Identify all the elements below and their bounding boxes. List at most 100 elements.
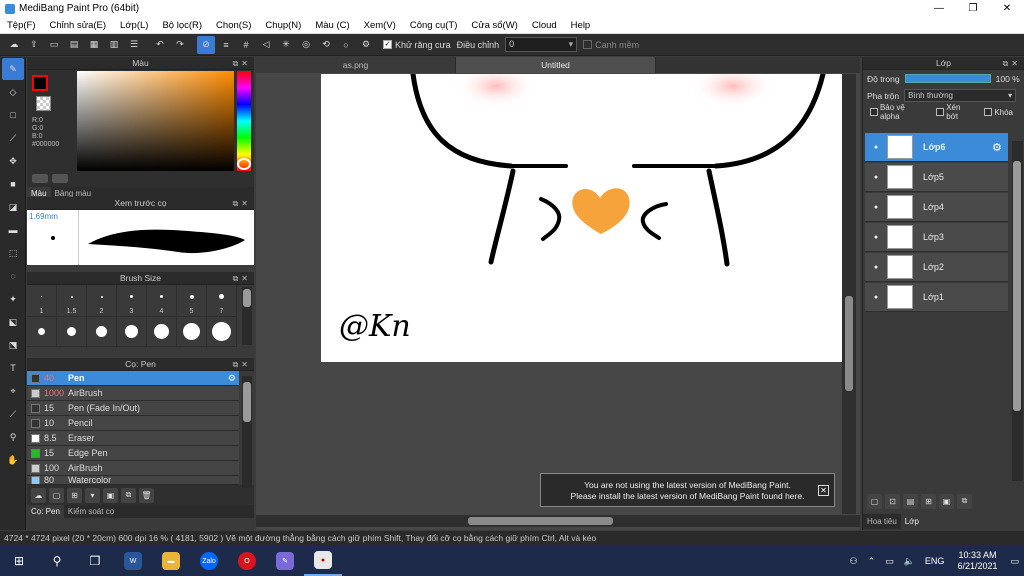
tab-brush-control[interactable]: Kiểm soát cọ (64, 505, 118, 518)
text-tool-icon[interactable]: T (2, 357, 24, 379)
tab-brush[interactable]: Cọ: Pen (27, 505, 64, 518)
menu-tools[interactable]: Công cụ(T) (403, 20, 465, 31)
lasso-tool-icon[interactable]: ◌ (2, 265, 24, 287)
cloud-icon[interactable]: ☁ (5, 36, 23, 54)
windows-start-icon[interactable]: ⊞ (0, 546, 38, 576)
update-notice[interactable]: You are not using the latest version of … (540, 473, 835, 507)
background-color-swatch[interactable] (36, 96, 51, 111)
brush-menu-icon[interactable]: ▾ (85, 487, 100, 503)
new-color-layer-icon[interactable]: ⊡ (885, 493, 900, 509)
radial-snap-icon[interactable]: ✳ (277, 36, 295, 54)
brush-item-pencil[interactable]: 10 Pencil (27, 416, 239, 431)
menu-color[interactable]: Màu (C) (308, 20, 356, 31)
grid-icon[interactable]: ▥ (105, 36, 123, 54)
snap-settings-icon[interactable]: ⚙ (357, 36, 375, 54)
panel-float-close-icons[interactable]: ⧉✕ (1003, 57, 1021, 70)
layer-add-menu-icon[interactable]: ⊞ (921, 493, 936, 509)
size-scrollbar[interactable] (242, 287, 252, 345)
size-cell[interactable] (147, 317, 177, 347)
menu-cloud[interactable]: Cloud (525, 20, 564, 31)
crosshatch-snap-icon[interactable]: # (237, 36, 255, 54)
drawing-canvas[interactable]: @Kn (321, 74, 843, 362)
menu-layer[interactable]: Lớp(L) (113, 20, 155, 31)
menu-edit[interactable]: Chỉnh sửa(E) (43, 20, 114, 31)
duplicate-layer-icon[interactable]: ⧉ (957, 493, 972, 509)
visibility-eye-icon[interactable]: ● (865, 264, 887, 271)
file-explorer-icon[interactable]: ▬ (152, 546, 190, 576)
canvas-vertical-scrollbar[interactable] (842, 74, 856, 514)
brush-item-pen-fade[interactable]: 15 Pen (Fade In/Out) (27, 401, 239, 416)
parallel-snap-icon[interactable]: ≡ (217, 36, 235, 54)
menu-window[interactable]: Cửa sổ(W) (464, 20, 524, 31)
size-cell[interactable] (87, 317, 117, 347)
divide-tool-icon[interactable]: ⟋ (2, 403, 24, 425)
network-icon[interactable]: ▭ (885, 556, 894, 567)
doc-tab-as-png[interactable]: as.png (256, 57, 456, 73)
menu-snap[interactable]: Chụp(N) (258, 20, 308, 31)
canvas-horizontal-scrollbar[interactable] (256, 515, 860, 527)
visibility-eye-icon[interactable]: ● (865, 294, 887, 301)
layer-row[interactable]: ● Lớp2 (865, 253, 1008, 282)
add-brush-icon[interactable]: ⊞ (67, 487, 82, 503)
layer-row[interactable]: ● Lớp3 (865, 223, 1008, 252)
menu-view[interactable]: Xem(V) (357, 20, 403, 31)
task-view-icon[interactable]: ❐ (76, 546, 114, 576)
opera-app-icon[interactable]: O (228, 546, 266, 576)
hue-slider-handle[interactable] (237, 158, 251, 170)
gear-icon[interactable]: ⚙ (228, 373, 236, 384)
minimize-button[interactable]: — (922, 0, 956, 17)
menu-file[interactable]: Tệp(F) (0, 20, 43, 31)
word-app-icon[interactable]: W (114, 546, 152, 576)
brush-list-scrollbar[interactable] (242, 376, 252, 488)
layer-row[interactable]: ● Lớp5 (865, 163, 1008, 192)
undo-icon[interactable]: ↶ (151, 36, 169, 54)
size-cell[interactable] (27, 317, 57, 347)
circle-snap-icon[interactable]: ○ (337, 36, 355, 54)
fill-rect-tool-icon[interactable]: ■ (2, 173, 24, 195)
operation-tool-icon[interactable]: ⌖ (2, 380, 24, 402)
eyedropper-tool-icon[interactable]: ⚲ (2, 426, 24, 448)
visibility-eye-icon[interactable]: ● (865, 144, 887, 151)
menu-filter[interactable]: Bộ lọc(R) (155, 20, 209, 31)
color-mode-button-1[interactable] (32, 174, 48, 183)
share-icon[interactable]: ⇪ (25, 36, 43, 54)
snap-off-icon[interactable]: ⊘ (197, 35, 215, 54)
menu-help[interactable]: Help (564, 20, 598, 31)
zalo-app-icon[interactable]: Zalo (190, 546, 228, 576)
curve-snap-icon[interactable]: ⟲ (317, 36, 335, 54)
size-cell[interactable] (207, 317, 237, 347)
tab-navigator[interactable]: Hoa tiêu (863, 514, 901, 529)
gradient-tool-icon[interactable]: ▬ (2, 219, 24, 241)
blend-mode-select[interactable]: Bình thường (904, 89, 1017, 102)
hand-tool-icon[interactable]: ✋ (2, 449, 24, 471)
select-eraser-tool-icon[interactable]: ⬔ (2, 334, 24, 356)
visibility-eye-icon[interactable]: ● (865, 174, 887, 181)
visibility-eye-icon[interactable]: ● (865, 204, 887, 211)
search-icon[interactable]: ⚲ (38, 546, 76, 576)
paint-app-icon[interactable]: ✎ (266, 546, 304, 576)
brush-item-eraser[interactable]: 8.5 Eraser (27, 431, 239, 446)
bucket-tool-icon[interactable]: ◪ (2, 196, 24, 218)
brush-item-watercolor[interactable]: 80 Watercolor (27, 476, 239, 485)
size-cell[interactable]: 3 (117, 285, 147, 317)
comment-icon[interactable]: ▤ (65, 36, 83, 54)
hue-slider[interactable] (237, 71, 251, 171)
brush-item-pen[interactable]: 40 Pen ⚙ (27, 371, 239, 386)
color-mode-button-2[interactable] (52, 174, 68, 183)
chat-icon[interactable]: ▭ (45, 36, 63, 54)
size-cell[interactable] (117, 317, 147, 347)
opacity-slider[interactable] (904, 74, 991, 83)
layer-list-scrollbar[interactable] (1012, 141, 1023, 481)
people-icon[interactable]: ⚇ (850, 556, 858, 567)
page-icon[interactable]: ▦ (85, 36, 103, 54)
new-layer-icon[interactable]: ▢ (867, 493, 882, 509)
eraser-tool-icon[interactable]: ◇ (2, 81, 24, 103)
new-brush-icon[interactable]: ▢ (49, 487, 64, 503)
maximize-button[interactable]: ❐ (956, 0, 990, 17)
chevron-up-icon[interactable]: ⌃ (868, 556, 876, 567)
duplicate-icon[interactable]: ⧉ (121, 487, 136, 503)
notification-icon[interactable]: ▭ (1010, 556, 1019, 567)
visibility-eye-icon[interactable]: ● (865, 234, 887, 241)
antialias-checkbox[interactable]: ✓ (383, 40, 392, 49)
panel-float-close-icons[interactable]: ⧉✕ (233, 197, 251, 210)
